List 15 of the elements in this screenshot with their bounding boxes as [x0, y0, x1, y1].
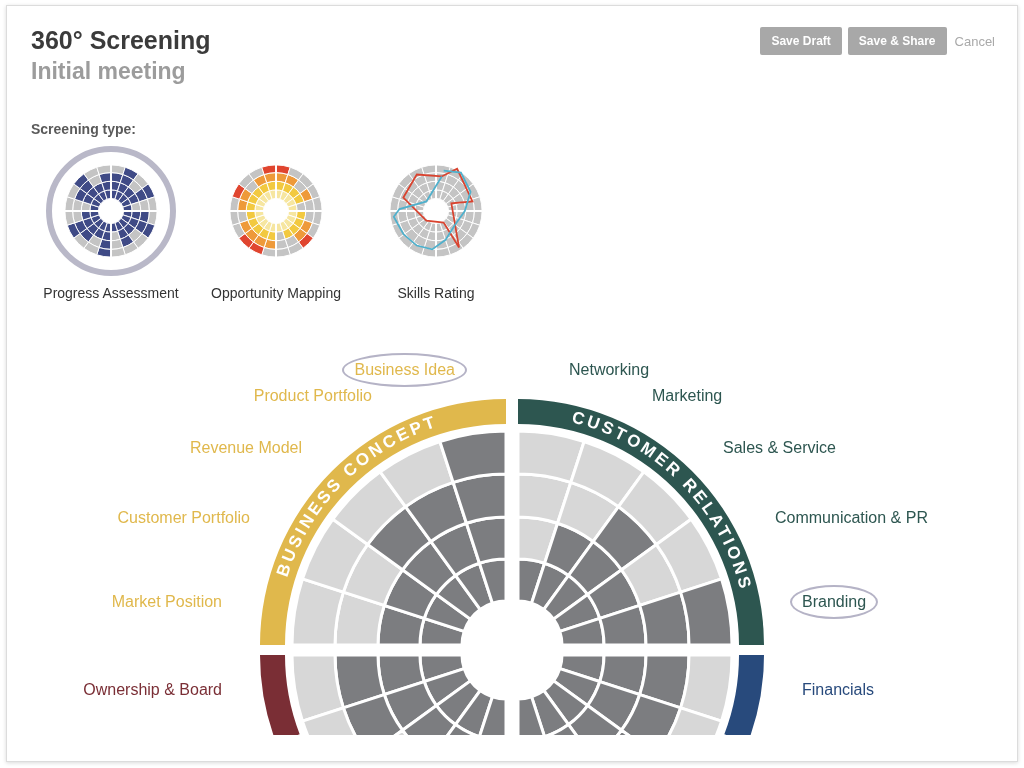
- screening-type-option[interactable]: Skills Rating: [361, 146, 511, 302]
- sector-label[interactable]: Branding: [790, 585, 879, 619]
- bar-wheel-icon: [63, 163, 159, 259]
- sector-label[interactable]: Communication & PR: [763, 501, 940, 535]
- sector-grid[interactable]: [516, 653, 734, 735]
- screening-type-option[interactable]: Opportunity Mapping: [201, 146, 351, 302]
- sector-grid[interactable]: [290, 653, 508, 735]
- heat-wheel-icon: [228, 163, 324, 259]
- page-subtitle: Initial meeting: [31, 57, 187, 86]
- sector-label[interactable]: Ownership & Board: [71, 673, 234, 707]
- sector-label[interactable]: Financials: [790, 673, 887, 707]
- page-title: 360° Screening: [31, 25, 211, 56]
- screening-type-option[interactable]: Progress Assessment: [31, 146, 191, 302]
- section-label: Screening type:: [31, 120, 138, 138]
- line-wheel-icon: [388, 163, 484, 259]
